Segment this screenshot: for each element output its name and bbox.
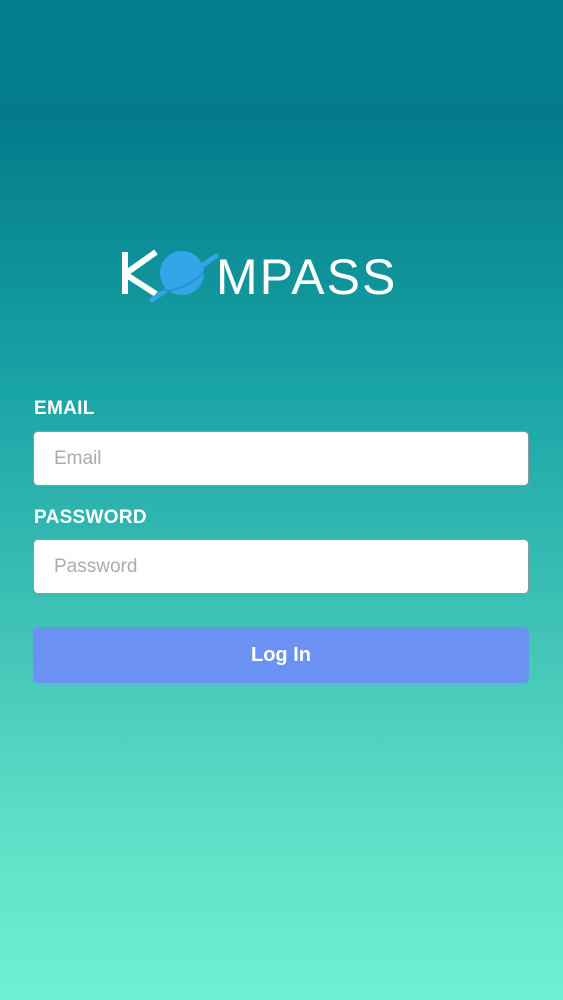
logo-text: MPASS <box>216 249 397 305</box>
login-screen: MPASS EMAIL PASSWORD Log In <box>0 0 563 1000</box>
login-button[interactable]: Log In <box>33 627 529 683</box>
app-logo: MPASS <box>120 244 442 306</box>
password-label: PASSWORD <box>34 507 147 528</box>
kompass-logo: MPASS <box>122 249 397 305</box>
email-label: EMAIL <box>34 398 95 419</box>
logo-letter-k <box>122 249 158 297</box>
password-input[interactable] <box>33 539 529 594</box>
email-input[interactable] <box>33 431 529 486</box>
planet-icon <box>149 251 219 303</box>
